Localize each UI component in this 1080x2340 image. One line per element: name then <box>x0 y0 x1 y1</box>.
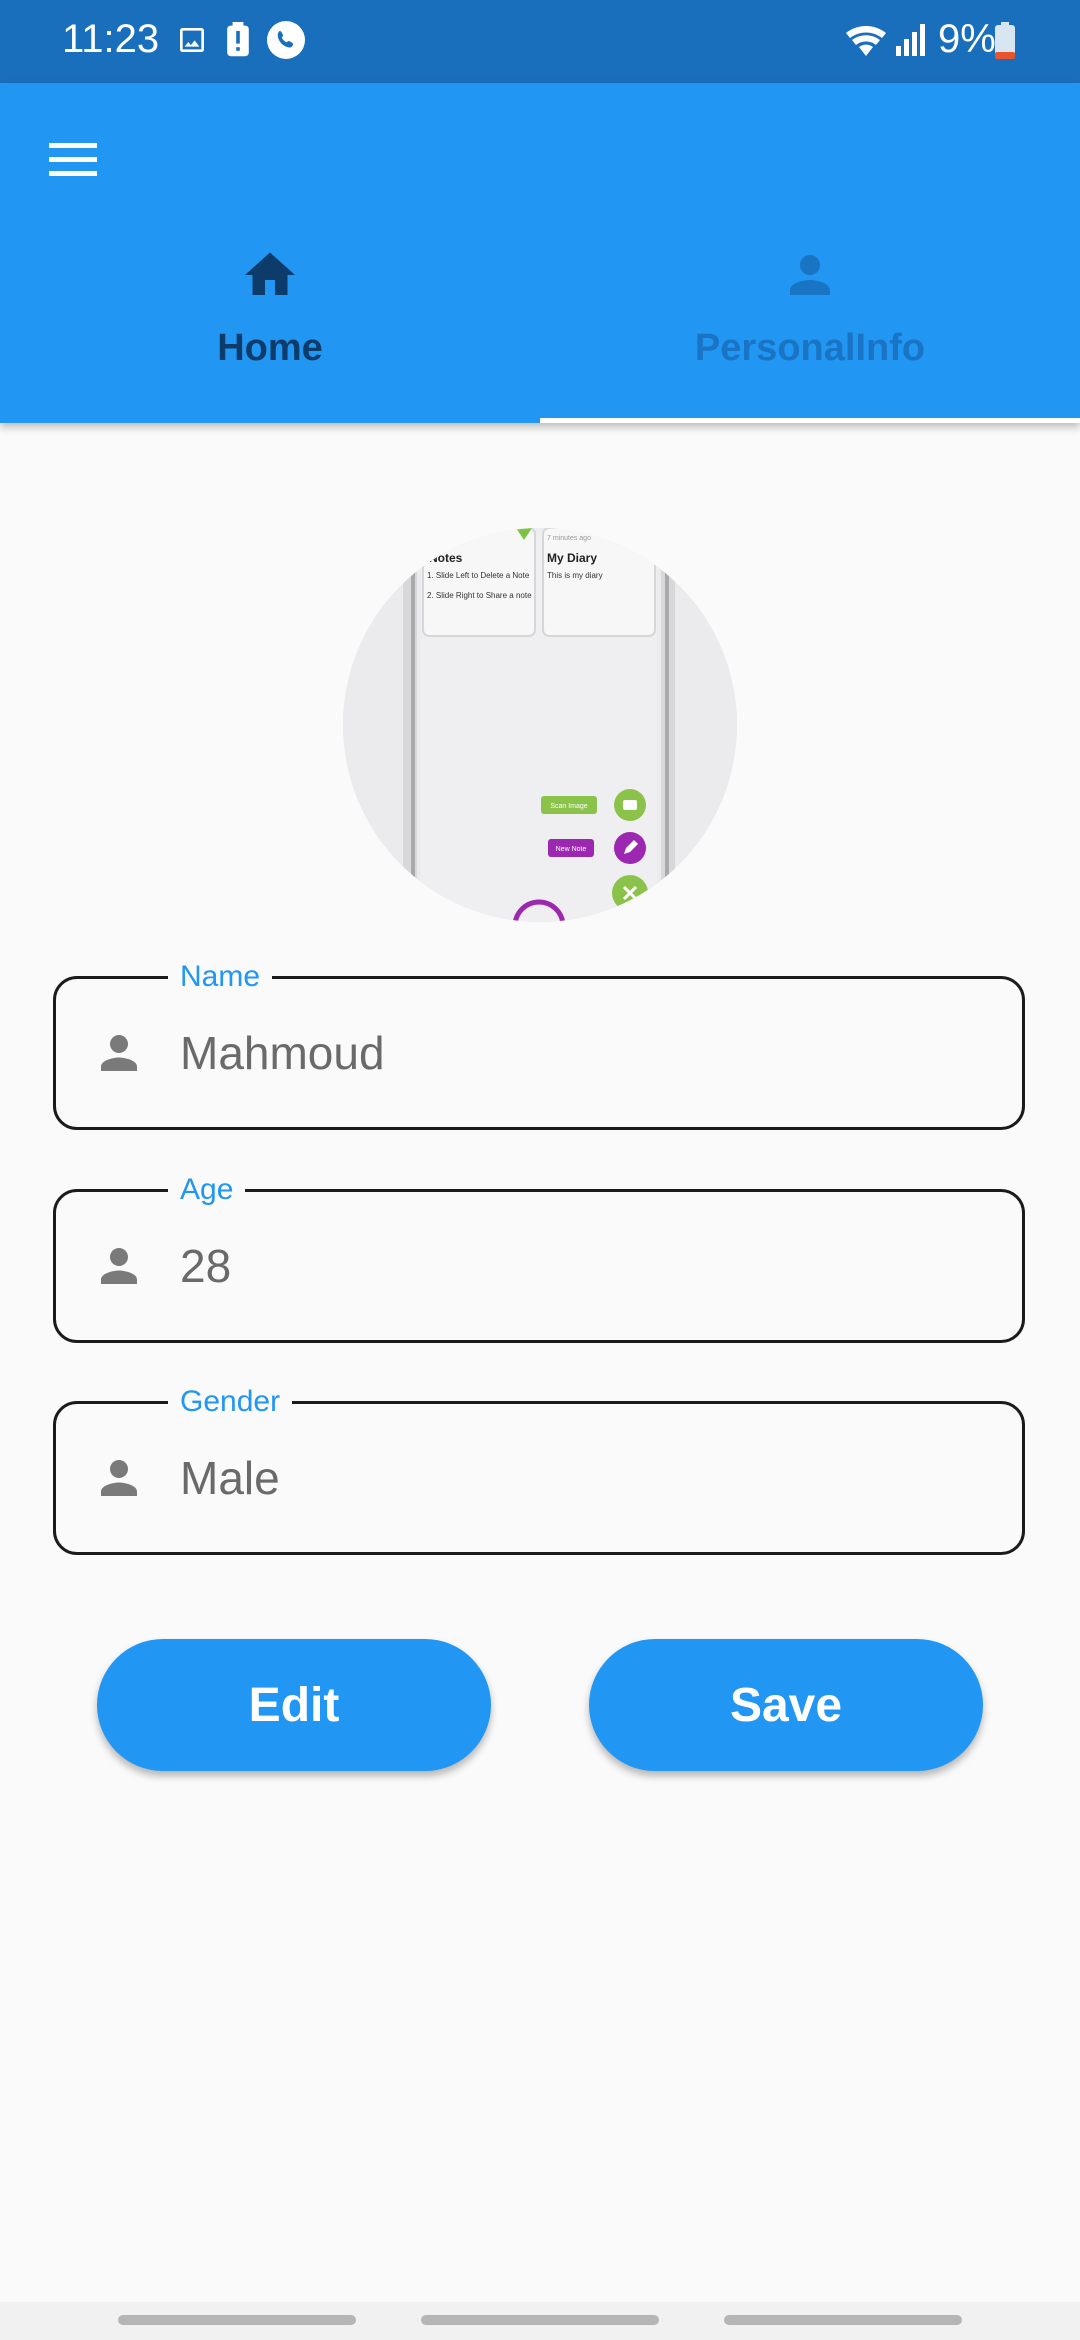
signal-icon <box>894 22 928 58</box>
preview-fab1-label: Scan Image <box>550 803 587 810</box>
tab-home[interactable]: Home <box>0 245 540 423</box>
person-icon <box>101 1248 137 1284</box>
status-time: 11:23 <box>62 17 160 61</box>
avatar[interactable]: Notes 1. Slide Left to Delete a Note 2. … <box>343 528 737 922</box>
preview-card2-meta: 7 minutes ago <box>547 535 591 542</box>
preview-fab2-label: New Note <box>556 846 587 853</box>
save-button[interactable]: Save <box>589 1639 983 1771</box>
wifi-icon <box>844 22 888 58</box>
avatar-image: Notes 1. Slide Left to Delete a Note 2. … <box>343 528 737 922</box>
preview-card1-line1: 1. Slide Left to Delete a Note <box>427 571 530 580</box>
camera-icon <box>623 800 637 810</box>
preview-card1-line2: 2. Slide Right to Share a note <box>427 591 532 600</box>
preview-card2-text: This is my diary <box>547 571 603 580</box>
battery-icon <box>994 22 1016 60</box>
battery-percentage: 9% <box>938 17 996 61</box>
hamburger-menu-icon <box>49 143 97 176</box>
name-field-label: Name <box>168 957 273 997</box>
gender-field-label: Gender <box>168 1382 293 1422</box>
tab-home-label: Home <box>217 327 323 369</box>
gallery-icon <box>176 24 208 56</box>
age-field-value[interactable]: 28 <box>180 1239 231 1293</box>
nav-recents-handle[interactable] <box>118 2315 356 2325</box>
preview-card1-title: Notes <box>429 551 463 565</box>
person-icon <box>101 1460 137 1496</box>
tab-personalinfo[interactable]: PersonalInfo <box>540 245 1080 423</box>
home-icon <box>245 252 295 295</box>
menu-button[interactable] <box>36 123 110 197</box>
phone-call-icon <box>266 20 306 60</box>
person-icon <box>790 255 830 295</box>
age-field[interactable]: Age 28 <box>53 1170 1025 1343</box>
battery-alert-icon <box>224 22 252 58</box>
person-icon <box>101 1035 137 1071</box>
nav-back-handle[interactable] <box>724 2315 962 2325</box>
nav-home-handle[interactable] <box>421 2315 659 2325</box>
gender-field[interactable]: Gender Male <box>53 1382 1025 1555</box>
edit-button[interactable]: Edit <box>97 1639 491 1771</box>
tab-personalinfo-label: PersonalInfo <box>694 327 926 369</box>
status-bar: 11:23 9% <box>0 0 1080 83</box>
preview-card2-title: My Diary <box>547 551 597 565</box>
system-nav-bar <box>0 2302 1080 2340</box>
app-bar: Home PersonalInfo <box>0 83 1080 423</box>
tab-indicator <box>540 418 1080 423</box>
name-field[interactable]: Name Mahmoud <box>53 957 1025 1130</box>
gender-field-value[interactable]: Male <box>180 1451 280 1505</box>
name-field-value[interactable]: Mahmoud <box>180 1026 385 1080</box>
age-field-label: Age <box>168 1170 246 1210</box>
